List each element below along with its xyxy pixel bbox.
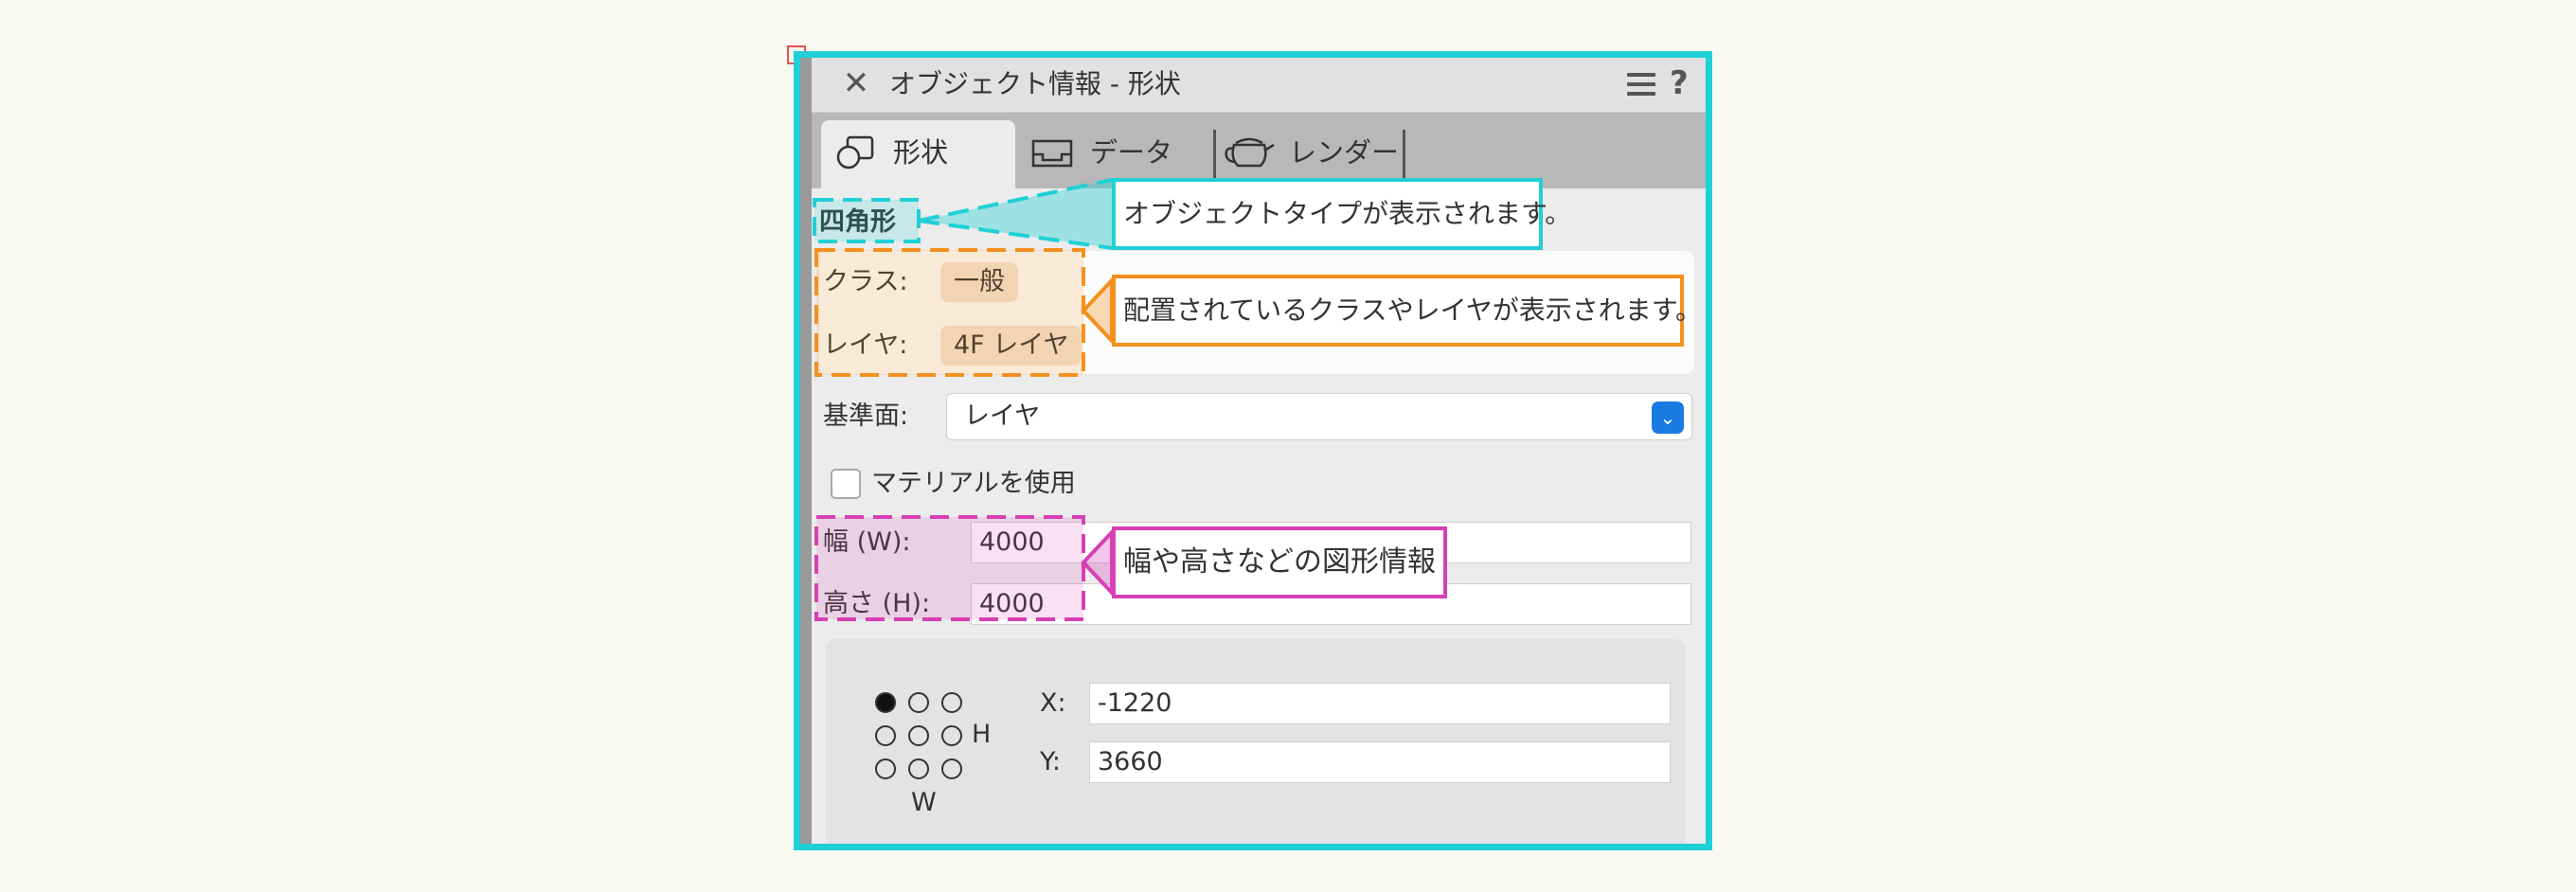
geometry-callout-pointer [1081,526,1114,598]
class-layer-highlight [814,248,1085,377]
class-layer-callout-pointer [1081,275,1114,347]
class-layer-callout: 配置されているクラスやレイヤが表示されます。 [1112,275,1702,347]
geometry-callout: 幅や高さなどの図形情報 [1112,526,1447,598]
object-type-callout: オブジェクトタイプが表示されます。 [1112,178,1571,250]
geometry-highlight [814,515,1085,621]
object-type-callout-pointer [919,180,1112,248]
callout-overlay [813,178,1114,621]
object-type-highlight [813,198,921,243]
